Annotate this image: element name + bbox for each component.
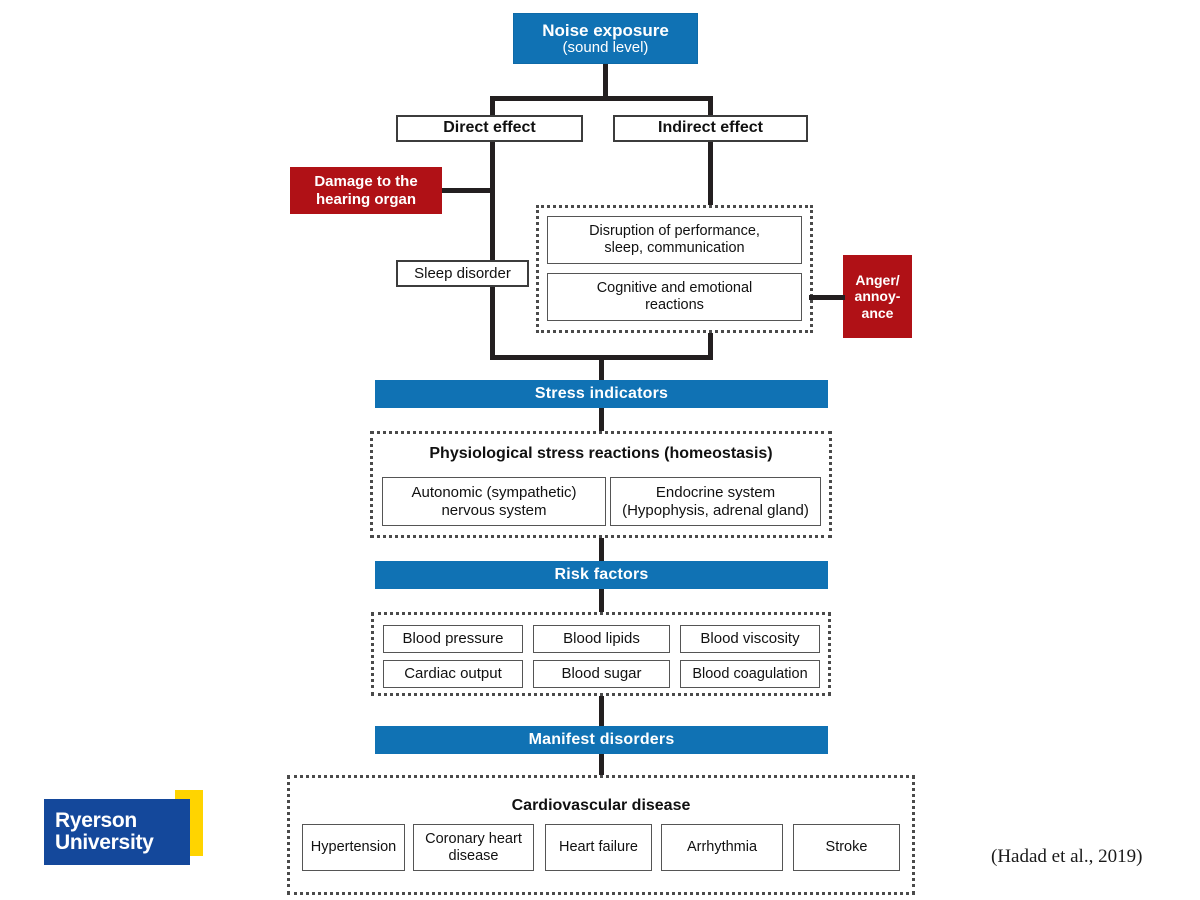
node-damage-hearing-organ: Damage to the hearing organ: [290, 167, 442, 214]
endocrine-line1: Endocrine system: [655, 484, 776, 502]
anger-line2: annoy-: [854, 288, 901, 305]
anger-line1: Anger/: [855, 271, 900, 288]
autonomic-line2: nervous system: [441, 501, 547, 519]
diagram-canvas: Noise exposure (sound level) Direct effe…: [0, 0, 1200, 900]
hypertension-line1: Hypertension: [310, 839, 397, 856]
node-cardiac-output: Cardiac output: [383, 660, 523, 688]
connector-damage-to-trunk: [442, 188, 494, 193]
stroke-line1: Stroke: [825, 839, 868, 856]
heart-failure-line1: Heart failure: [559, 839, 638, 856]
noise-exposure-title: Noise exposure: [542, 20, 669, 40]
logo-line-ryerson: Ryerson: [55, 809, 137, 832]
logo-wordmark: Ryerson University: [55, 810, 154, 853]
connector-indirect-trunk: [708, 142, 713, 210]
physiological-group-title: Physiological stress reactions (homeosta…: [429, 445, 773, 462]
cardiovascular-group-title: Cardiovascular disease: [511, 797, 691, 814]
arrhythmia-line1: Arrhythmia: [686, 839, 758, 856]
anger-line3: ance: [861, 304, 894, 321]
coronary-line2: disease: [448, 847, 499, 864]
endocrine-line2: (Hypophysis, adrenal gland): [622, 501, 809, 519]
cognitive-line2: reactions: [645, 297, 704, 313]
connector-manifest-to-cardiovascular: [599, 754, 604, 776]
node-indirect-effect: Indirect effect: [613, 115, 808, 142]
node-arrhythmia: Arrhythmia: [661, 824, 783, 871]
node-blood-lipids: Blood lipids: [533, 625, 670, 653]
node-direct-effect: Direct effect: [396, 115, 583, 142]
connector-direct-trunk: [490, 142, 495, 358]
connector-anger-to-group: [809, 295, 845, 300]
connector-merge-to-stress: [599, 355, 604, 381]
cognitive-line1: Cognitive and emotional: [596, 280, 753, 297]
ryerson-university-logo: Ryerson University: [44, 790, 209, 865]
logo-line-university: University: [55, 830, 154, 854]
node-endocrine-system: Endocrine system (Hypophysis, adrenal gl…: [610, 477, 821, 526]
node-disruption-performance: Disruption of performance, sleep, commun…: [547, 216, 802, 264]
connector-stress-to-physiological: [599, 408, 604, 433]
node-blood-pressure: Blood pressure: [383, 625, 523, 653]
disruption-line1: Disruption of performance,: [589, 223, 760, 240]
node-heart-failure: Heart failure: [545, 824, 652, 871]
node-noise-exposure: Noise exposure (sound level): [513, 13, 698, 64]
band-manifest-disorders: Manifest disorders: [375, 726, 828, 754]
connector-physiological-to-risk: [599, 538, 604, 562]
connector-split-horizontal: [490, 96, 713, 101]
noise-exposure-subtitle: (sound level): [562, 38, 649, 56]
node-anger-annoyance: Anger/ annoy- ance: [843, 255, 912, 338]
damage-hearing-line1: Damage to the: [314, 172, 418, 190]
connector-risk-to-group: [599, 589, 604, 614]
node-hypertension: Hypertension: [302, 824, 405, 871]
connector-risk-to-manifest: [599, 696, 604, 726]
band-stress-indicators: Stress indicators: [375, 380, 828, 408]
node-coronary-heart-disease: Coronary heart disease: [413, 824, 534, 871]
citation-text: (Hadad et al., 2019): [991, 846, 1143, 867]
node-blood-sugar: Blood sugar: [533, 660, 670, 688]
autonomic-line1: Autonomic (sympathetic): [411, 484, 577, 502]
connector-noise-to-split: [603, 64, 608, 99]
coronary-line1: Coronary heart: [425, 830, 522, 847]
node-autonomic-nervous-system: Autonomic (sympathetic) nervous system: [382, 477, 606, 526]
node-blood-coagulation: Blood coagulation: [680, 660, 820, 688]
node-blood-viscosity: Blood viscosity: [680, 625, 820, 653]
node-cognitive-emotional: Cognitive and emotional reactions: [547, 273, 802, 321]
band-risk-factors: Risk factors: [375, 561, 828, 589]
node-stroke: Stroke: [793, 824, 900, 871]
node-sleep-disorder: Sleep disorder: [396, 260, 529, 287]
damage-hearing-line2: hearing organ: [315, 190, 416, 208]
disruption-line2: sleep, communication: [604, 240, 745, 256]
